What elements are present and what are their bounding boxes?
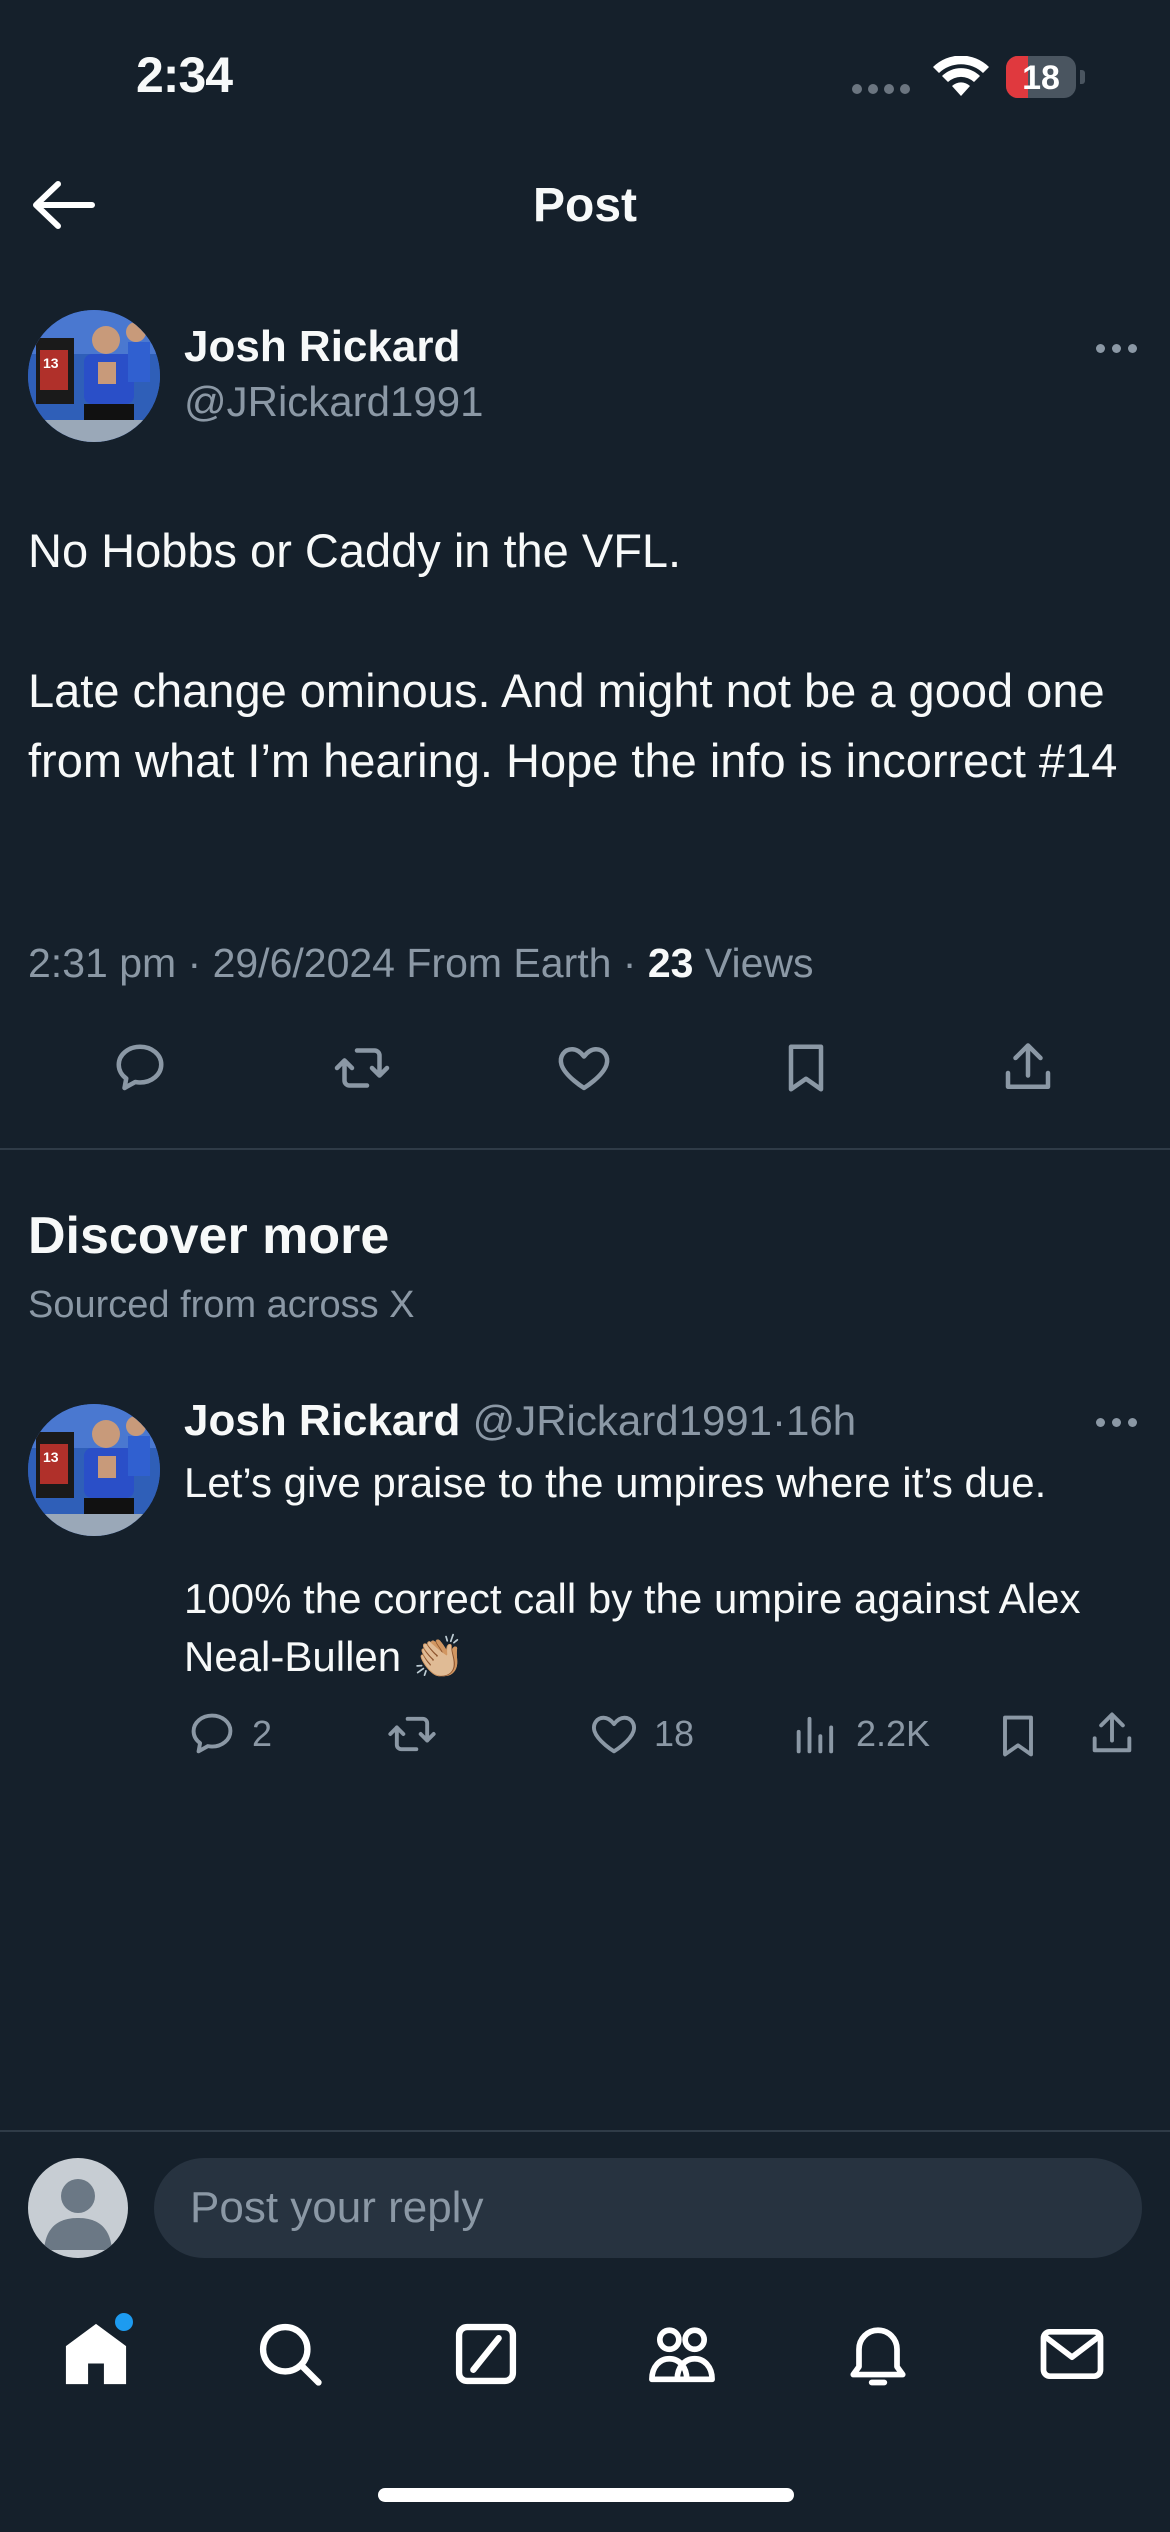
home-indicator: [378, 2488, 794, 2502]
author-handle[interactable]: @JRickard1991: [184, 378, 483, 426]
recommended-post-time[interactable]: 16h: [786, 1397, 856, 1444]
wifi-icon: [933, 56, 989, 96]
svg-text:13: 13: [43, 355, 59, 371]
section-divider: [0, 1148, 1170, 1150]
recommended-post-text[interactable]: Let’s give praise to the umpires where i…: [184, 1454, 1124, 1686]
my-avatar[interactable]: [28, 2158, 128, 2258]
separator-dot: ·: [772, 1397, 787, 1444]
svg-text:13: 13: [43, 1449, 59, 1465]
more-horizontal-icon[interactable]: [1096, 1418, 1137, 1427]
repost-icon[interactable]: [332, 1038, 392, 1098]
notifications-icon[interactable]: [840, 2316, 916, 2392]
recommended-like-button[interactable]: 18: [588, 1708, 694, 1760]
repost-icon: [388, 1716, 436, 1752]
recommended-views-button[interactable]: 2.2K: [790, 1708, 930, 1760]
like-count: 18: [654, 1713, 695, 1754]
battery-nub: [1080, 70, 1085, 84]
share-icon[interactable]: [998, 1038, 1058, 1098]
more-horizontal-icon[interactable]: [1096, 344, 1137, 353]
status-time: 2:34: [136, 47, 233, 103]
battery-level: 18: [1022, 59, 1060, 97]
share-icon[interactable]: [1086, 1708, 1138, 1760]
recommended-author-name[interactable]: Josh Rickard: [184, 1396, 460, 1445]
heart-icon: [592, 1715, 636, 1754]
post-text: No Hobbs or Caddy in the VFL. Late chang…: [28, 524, 1118, 787]
comment-icon: [191, 1713, 233, 1754]
arrow-left-icon[interactable]: [30, 180, 96, 230]
reply-count: 2: [252, 1713, 273, 1754]
author-name[interactable]: Josh Rickard: [184, 322, 460, 372]
notification-dot: [112, 2310, 136, 2334]
page-title: Post: [532, 179, 637, 232]
recommended-post-header: Josh Rickard @JRickard1991·16h: [184, 1396, 856, 1446]
cellular-signal-icon: [852, 84, 910, 94]
post-timestamp: 2:31 pm · 29/6/2024 From Earth ·: [28, 940, 648, 986]
reply-input[interactable]: [154, 2158, 1142, 2258]
comment-icon[interactable]: [110, 1038, 170, 1098]
bookmark-icon[interactable]: [992, 1710, 1044, 1762]
post-meta: 2:31 pm · 29/6/2024 From Earth · 23 View…: [28, 940, 814, 987]
views-label: Views: [693, 940, 814, 986]
bookmark-icon[interactable]: [776, 1038, 836, 1098]
search-icon[interactable]: [252, 2316, 328, 2392]
heart-icon[interactable]: [554, 1038, 614, 1098]
reply-bar-divider: [0, 2130, 1170, 2132]
analytics-icon: [796, 1716, 834, 1754]
views-count[interactable]: 23: [648, 940, 694, 986]
discover-title: Discover more: [28, 1207, 390, 1265]
views-count: 2.2K: [856, 1713, 931, 1754]
messages-icon[interactable]: [1034, 2316, 1110, 2392]
recommended-author-avatar[interactable]: 13: [28, 1404, 160, 1536]
communities-icon[interactable]: [644, 2316, 720, 2392]
recommended-repost-button[interactable]: [386, 1708, 438, 1760]
recommended-author-handle[interactable]: @JRickard1991: [473, 1397, 772, 1444]
author-avatar[interactable]: 13: [28, 310, 160, 442]
discover-subtitle: Sourced from across X: [28, 1284, 415, 1326]
grok-icon[interactable]: [448, 2316, 524, 2392]
battery-indicator: 18: [1006, 56, 1076, 98]
recommended-reply-button[interactable]: 2: [186, 1708, 272, 1760]
